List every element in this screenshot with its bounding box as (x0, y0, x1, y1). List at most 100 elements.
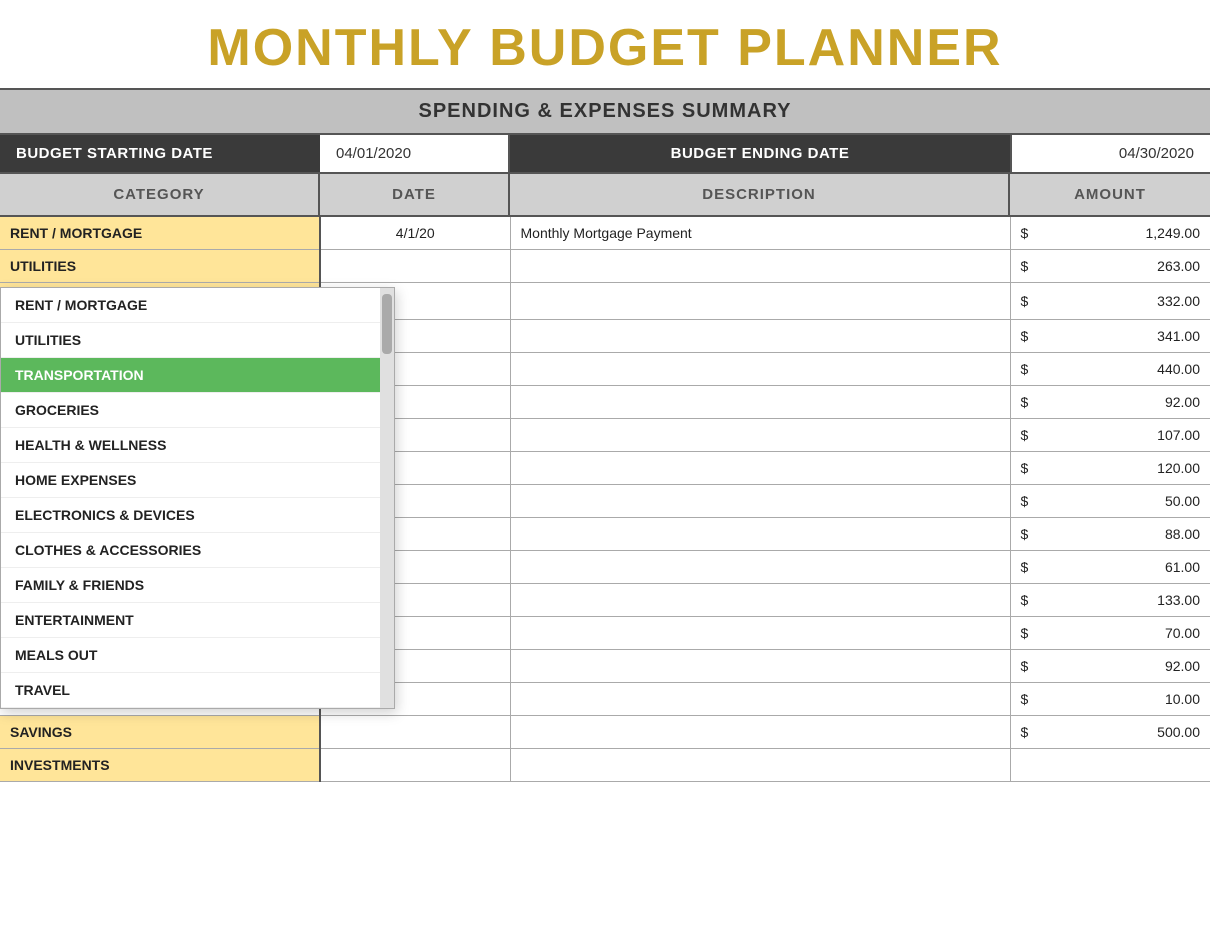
currency-symbol: $ (1021, 293, 1029, 309)
col-header-description: DESCRIPTION (510, 174, 1010, 215)
currency-symbol: $ (1021, 328, 1029, 344)
table-row-amount: $ 92.00 (1010, 386, 1210, 419)
scrollbar-thumb (382, 294, 392, 354)
table-row-amount: $ 92.00 (1010, 650, 1210, 683)
currency-symbol: $ (1021, 691, 1029, 707)
amount-value: 70.00 (1165, 625, 1200, 641)
amount-value: 50.00 (1165, 493, 1200, 509)
table-row-date (320, 749, 510, 782)
table-row-description (510, 551, 1010, 584)
table-row-description (510, 749, 1010, 782)
currency-symbol: $ (1021, 361, 1029, 377)
dropdown-option[interactable]: TRAVEL (1, 673, 380, 708)
amount-value: 263.00 (1157, 258, 1200, 274)
table-row-description (510, 683, 1010, 716)
amount-value: 500.00 (1157, 724, 1200, 740)
dropdown-option[interactable]: GROCERIES (1, 393, 380, 428)
table-row-description (510, 320, 1010, 353)
table-row-amount: $ 61.00 (1010, 551, 1210, 584)
category-text: SAVINGS (10, 724, 72, 740)
table-row-description (510, 716, 1010, 749)
col-header-category: CATEGORY (0, 174, 320, 215)
table-row-amount: $ 88.00 (1010, 518, 1210, 551)
currency-symbol: $ (1021, 526, 1029, 542)
table-row-description: Monthly Mortgage Payment (510, 217, 1010, 250)
table-row-description (510, 283, 1010, 320)
table-row-description (510, 518, 1010, 551)
amount-value: 120.00 (1157, 460, 1200, 476)
table-row-description (510, 617, 1010, 650)
dropdown-option[interactable]: FAMILY & FRIENDS (1, 568, 380, 603)
table-row-category: INVESTMENTS (0, 749, 320, 782)
table-row-amount: $ 120.00 (1010, 452, 1210, 485)
budget-end-value: 04/30/2020 (1010, 135, 1210, 172)
currency-symbol: $ (1021, 427, 1029, 443)
currency-symbol: $ (1021, 592, 1029, 608)
budget-start-value: 04/01/2020 (320, 135, 510, 172)
subtitle-bar: SPENDING & EXPENSES SUMMARY (0, 88, 1210, 135)
date-row: BUDGET STARTING DATE 04/01/2020 BUDGET E… (0, 135, 1210, 174)
dropdown-option[interactable]: UTILITIES (1, 323, 380, 358)
dropdown-option[interactable]: TRANSPORTATION (1, 358, 380, 393)
table-row-description (510, 353, 1010, 386)
table-row-amount: $ 263.00 (1010, 250, 1210, 283)
column-headers: CATEGORY DATE DESCRIPTION AMOUNT (0, 174, 1210, 217)
amount-value: 440.00 (1157, 361, 1200, 377)
amount-value: 92.00 (1165, 658, 1200, 674)
table-row-description (510, 250, 1010, 283)
currency-symbol: $ (1021, 724, 1029, 740)
amount-value: 1,249.00 (1146, 225, 1201, 241)
budget-end-label: BUDGET ENDING DATE (510, 135, 1010, 172)
table-row-amount (1010, 749, 1210, 782)
currency-symbol: $ (1021, 225, 1029, 241)
currency-symbol: $ (1021, 394, 1029, 410)
table-row-date: 4/1/20 (320, 217, 510, 250)
category-text: UTILITIES (10, 258, 76, 274)
table-row-amount: $ 500.00 (1010, 716, 1210, 749)
currency-symbol: $ (1021, 559, 1029, 575)
dropdown-option[interactable]: MEALS OUT (1, 638, 380, 673)
table-row-amount: $ 341.00 (1010, 320, 1210, 353)
category-text: INVESTMENTS (10, 757, 110, 773)
budget-start-label: BUDGET STARTING DATE (0, 135, 320, 172)
currency-symbol: $ (1021, 625, 1029, 641)
table-row-amount: $ 1,249.00 (1010, 217, 1210, 250)
amount-value: 332.00 (1157, 293, 1200, 309)
table-row-date (320, 250, 510, 283)
dropdown-option[interactable]: CLOTHES & ACCESSORIES (1, 533, 380, 568)
table-row-description (510, 452, 1010, 485)
table-row-amount: $ 70.00 (1010, 617, 1210, 650)
dropdown-list[interactable]: RENT / MORTGAGEUTILITIESTRANSPORTATIONGR… (1, 288, 380, 708)
amount-value: 88.00 (1165, 526, 1200, 542)
amount-value: 92.00 (1165, 394, 1200, 410)
dropdown-option[interactable]: HEALTH & WELLNESS (1, 428, 380, 463)
amount-value: 107.00 (1157, 427, 1200, 443)
currency-symbol: $ (1021, 658, 1029, 674)
table-row-amount: $ 10.00 (1010, 683, 1210, 716)
table-row-description (510, 485, 1010, 518)
table-row-amount: $ 440.00 (1010, 353, 1210, 386)
page-title: MONTHLY BUDGET PLANNER (0, 0, 1210, 88)
amount-value: 10.00 (1165, 691, 1200, 707)
table-row-category: UTILITIES (0, 250, 320, 283)
dropdown-option[interactable]: ENTERTAINMENT (1, 603, 380, 638)
table-row-description (510, 419, 1010, 452)
dropdown-scrollbar[interactable] (380, 288, 394, 708)
amount-value: 341.00 (1157, 328, 1200, 344)
col-header-date: DATE (320, 174, 510, 215)
category-dropdown[interactable]: RENT / MORTGAGEUTILITIESTRANSPORTATIONGR… (0, 287, 395, 709)
dropdown-option[interactable]: HOME EXPENSES (1, 463, 380, 498)
table-row-description (510, 386, 1010, 419)
currency-symbol: $ (1021, 493, 1029, 509)
table-row-date (320, 716, 510, 749)
category-text: RENT / MORTGAGE (10, 225, 142, 241)
table-row-amount: $ 332.00 (1010, 283, 1210, 320)
currency-symbol: $ (1021, 460, 1029, 476)
table-row-amount: $ 50.00 (1010, 485, 1210, 518)
table-row-amount: $ 133.00 (1010, 584, 1210, 617)
table-row-description (510, 650, 1010, 683)
table-row-category: RENT / MORTGAGE (0, 217, 320, 250)
dropdown-option[interactable]: RENT / MORTGAGE (1, 288, 380, 323)
dropdown-option[interactable]: ELECTRONICS & DEVICES (1, 498, 380, 533)
table-row-category: SAVINGS (0, 716, 320, 749)
